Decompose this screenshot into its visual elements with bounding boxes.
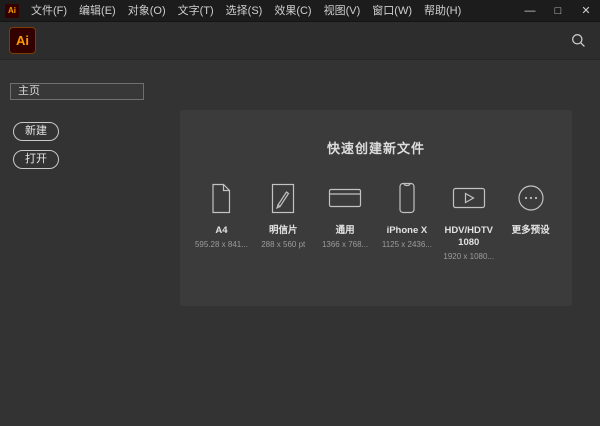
menu-edit[interactable]: 编辑(E)	[73, 0, 122, 22]
open-file-button[interactable]: 打开	[13, 150, 59, 169]
preset-postcard[interactable]: 明信片 288 x 560 pt	[256, 179, 311, 249]
preset-size: 1366 x 768...	[322, 240, 368, 250]
phone-icon	[398, 179, 416, 217]
preset-list: A4 595.28 x 841... 明信片 288 x 560 pt	[180, 179, 572, 261]
preset-size: 1920 x 1080...	[443, 252, 494, 262]
search-button[interactable]	[568, 31, 588, 51]
search-icon	[571, 33, 586, 48]
app-icon-small: Ai	[5, 4, 19, 18]
menu-type[interactable]: 文字(T)	[172, 0, 220, 22]
side-buttons: 新建 打开	[13, 122, 59, 169]
menu-select[interactable]: 选择(S)	[220, 0, 269, 22]
preset-common[interactable]: 通用 1366 x 768...	[318, 179, 373, 249]
new-file-button[interactable]: 新建	[13, 122, 59, 141]
window-controls: — □ ✕	[516, 0, 600, 22]
preset-name: 更多预设	[512, 225, 550, 237]
illustrator-logo: Ai	[9, 27, 36, 54]
preset-more[interactable]: 更多预设	[503, 179, 558, 240]
menu-file[interactable]: 文件(F)	[25, 0, 73, 22]
preset-size: 288 x 560 pt	[261, 240, 305, 250]
more-presets-icon	[517, 179, 545, 217]
preset-name: 通用	[336, 225, 355, 237]
preset-iphone-x[interactable]: iPhone X 1125 x 2436...	[380, 179, 435, 249]
menu-help[interactable]: 帮助(H)	[418, 0, 467, 22]
quick-create-panel: 快速创建新文件 A4 595.28 x 841...	[180, 110, 572, 306]
preset-name: HDV/HDTV 1080	[441, 225, 496, 249]
sidebar-item-home[interactable]: 主页	[10, 83, 144, 100]
preset-name: iPhone X	[387, 225, 428, 237]
menubar: 文件(F) 编辑(E) 对象(O) 文字(T) 选择(S) 效果(C) 视图(V…	[25, 0, 467, 22]
postcard-icon	[270, 179, 296, 217]
menu-object[interactable]: 对象(O)	[122, 0, 172, 22]
menu-view[interactable]: 视图(V)	[318, 0, 367, 22]
minimize-button[interactable]: —	[516, 0, 544, 22]
preset-hdtv[interactable]: HDV/HDTV 1080 1920 x 1080...	[441, 179, 496, 261]
video-icon	[452, 179, 486, 217]
preset-name: 明信片	[269, 225, 298, 237]
home-screen: 主页 新建 打开 快速创建新文件 A4 595.28 x 841...	[0, 60, 600, 425]
maximize-button[interactable]: □	[544, 0, 572, 22]
preset-size: 1125 x 2436...	[382, 240, 432, 250]
preset-a4[interactable]: A4 595.28 x 841...	[194, 179, 249, 249]
quick-create-title: 快速创建新文件	[180, 138, 572, 157]
menu-effect[interactable]: 效果(C)	[268, 0, 317, 22]
preset-name: A4	[215, 225, 227, 237]
appbar: Ai	[0, 22, 600, 60]
titlebar: Ai 文件(F) 编辑(E) 对象(O) 文字(T) 选择(S) 效果(C) 视…	[0, 0, 600, 22]
preset-size: 595.28 x 841...	[195, 240, 248, 250]
document-icon	[209, 179, 233, 217]
menu-window[interactable]: 窗口(W)	[366, 0, 418, 22]
close-button[interactable]: ✕	[572, 0, 600, 22]
screen-icon	[328, 179, 362, 217]
